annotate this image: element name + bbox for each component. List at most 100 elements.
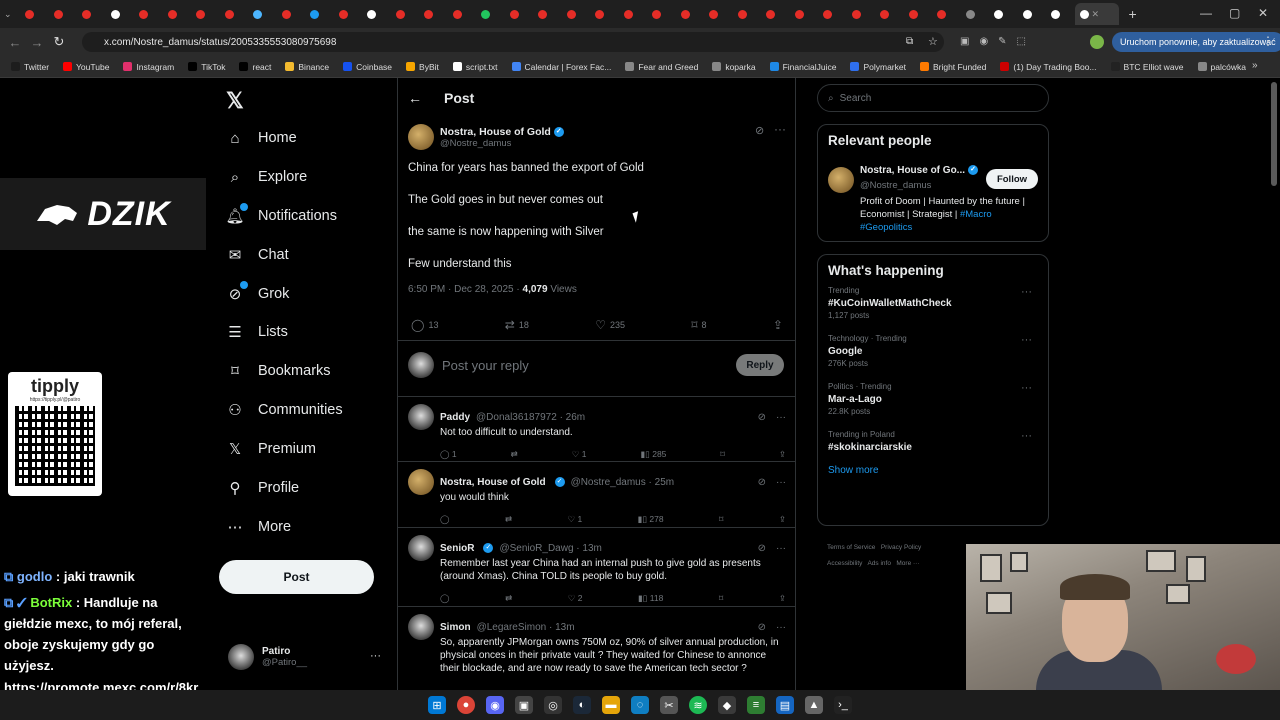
update-button[interactable]: Uruchom ponownie, aby zaktualizować xyxy=(1112,32,1280,52)
like-button[interactable]: ♡ 1 xyxy=(572,449,587,460)
browser-tab[interactable] xyxy=(191,3,220,25)
bookmark-item[interactable]: Twitter xyxy=(6,62,54,72)
reply-author[interactable]: Paddy xyxy=(440,412,470,423)
browser-tab[interactable] xyxy=(77,3,106,25)
grok-icon[interactable]: ⊘ xyxy=(758,622,766,633)
reply-post[interactable]: Nostra, House of Gold ✓ @Nostre_damus · 25… xyxy=(408,469,786,525)
folder-icon[interactable]: ▬ xyxy=(602,696,620,714)
reply-post[interactable]: Simon✓@LegareSimon · 13m⊘···So, apparent… xyxy=(408,614,786,675)
footer-link[interactable]: Terms of Service xyxy=(827,544,875,551)
nav-item-premium[interactable]: 𝕏 Premium xyxy=(226,437,316,461)
bio-hashtag[interactable]: #Geopolitics xyxy=(860,222,912,233)
browser-tab[interactable] xyxy=(106,3,135,25)
browser-tab[interactable] xyxy=(619,3,648,25)
bookmark-item[interactable]: Bright Funded xyxy=(915,62,991,72)
bookmarks-overflow-icon[interactable]: » xyxy=(1252,60,1258,71)
photos-icon[interactable]: ▤ xyxy=(776,696,794,714)
repost-button[interactable]: ⇄ xyxy=(511,449,518,460)
bookmark-item[interactable]: Coinbase xyxy=(338,62,397,72)
browser-tab[interactable] xyxy=(334,3,363,25)
forward-icon[interactable]: → xyxy=(26,35,48,50)
browser-tab[interactable] xyxy=(904,3,933,25)
browser-tab[interactable] xyxy=(476,3,505,25)
bookmark-item[interactable]: react xyxy=(234,62,276,72)
page-scrollbar[interactable] xyxy=(1271,82,1277,186)
browser-tab[interactable]: ✕ xyxy=(1074,3,1119,25)
address-bar[interactable]: x.com/Nostre_damus/status/20053355530809… xyxy=(82,32,944,52)
bookmark-item[interactable]: Polymarket xyxy=(845,62,911,72)
trend-item[interactable]: Technology · Trending Google 276K posts ··· xyxy=(828,334,1038,368)
install-icon[interactable]: ⧉ xyxy=(906,36,913,47)
browser-tab[interactable] xyxy=(391,3,420,25)
trend-more-icon[interactable]: ··· xyxy=(1021,430,1032,442)
reply-more-icon[interactable]: ··· xyxy=(776,477,786,488)
repost-button[interactable]: ⇄ xyxy=(505,514,512,525)
nav-item-explore[interactable]: ⌕ Explore xyxy=(226,165,307,189)
trend-more-icon[interactable]: ··· xyxy=(1021,334,1032,346)
trend-item[interactable]: Trending in Poland #skokinarciarskie ··· xyxy=(828,430,1038,453)
footer-link[interactable]: More ··· xyxy=(896,560,919,567)
reply-more-icon[interactable]: ··· xyxy=(776,543,786,554)
browser-tab[interactable] xyxy=(419,3,448,25)
browser-tab[interactable] xyxy=(248,3,277,25)
browser-tab[interactable] xyxy=(1018,3,1047,25)
reply-button[interactable]: ◯ 13 xyxy=(411,318,438,332)
like-button[interactable]: ♡ 235 xyxy=(595,318,625,332)
reload-icon[interactable]: ↻ xyxy=(48,34,70,50)
profile-avatar[interactable] xyxy=(1090,35,1104,49)
nav-item-communities[interactable]: ⚇ Communities xyxy=(226,398,342,422)
browser-tab[interactable] xyxy=(704,3,733,25)
trend-more-icon[interactable]: ··· xyxy=(1021,382,1032,394)
views-button[interactable]: ▮▯ 278 xyxy=(638,514,664,525)
nav-item-bookmarks[interactable]: ⌑ Bookmarks xyxy=(226,359,330,383)
browser-tab[interactable] xyxy=(989,3,1018,25)
post-more-icon[interactable]: ··· xyxy=(774,122,786,136)
grok-icon[interactable]: ⊘ xyxy=(755,124,764,137)
bookmark-item[interactable]: TikTok xyxy=(183,62,230,72)
menu-icon[interactable]: ⋮ xyxy=(1262,34,1274,48)
grok-icon[interactable]: ⊘ xyxy=(758,412,766,423)
views-button[interactable]: ▮▯ 118 xyxy=(638,593,663,604)
person-name[interactable]: Nostra, House of Go... xyxy=(860,165,965,176)
nav-item-lists[interactable]: ☰ Lists xyxy=(226,320,288,344)
browser-tab[interactable] xyxy=(49,3,78,25)
browser-tab[interactable] xyxy=(847,3,876,25)
app-icon[interactable]: ◆ xyxy=(718,696,736,714)
browser-tab[interactable] xyxy=(961,3,990,25)
share-icon[interactable]: ⇪ xyxy=(779,449,786,460)
footer-link[interactable]: Privacy Policy xyxy=(881,544,921,551)
reply-more-icon[interactable]: ··· xyxy=(776,412,786,423)
browser-tab[interactable] xyxy=(277,3,306,25)
reply-input[interactable]: Post your reply xyxy=(442,358,728,373)
app-icon[interactable]: ▲ xyxy=(805,696,823,714)
show-more-link[interactable]: Show more xyxy=(828,465,1038,476)
reply-author[interactable]: Simon xyxy=(440,622,471,633)
reply-submit-button[interactable]: Reply xyxy=(736,354,784,376)
browser-tab[interactable] xyxy=(647,3,676,25)
bookmark-item[interactable]: YouTube xyxy=(58,62,114,72)
reply-button[interactable]: ◯ xyxy=(440,514,450,525)
bookmark-item[interactable]: palcówka xyxy=(1193,62,1251,72)
bookmark-button[interactable]: ⌑ 8 xyxy=(691,318,706,332)
browser-tab[interactable] xyxy=(505,3,534,25)
post-time[interactable]: 6:50 PM · Dec 28, 2025 · xyxy=(408,284,520,295)
close-tab-icon[interactable]: ✕ xyxy=(1092,9,1100,20)
tool-icon[interactable]: ✂ xyxy=(660,696,678,714)
follow-button[interactable]: Follow xyxy=(986,169,1038,189)
browser-tab[interactable] xyxy=(163,3,192,25)
grok-icon[interactable]: ⊘ xyxy=(758,543,766,554)
repost-button[interactable]: ⇄ xyxy=(505,593,512,604)
browser-tab[interactable] xyxy=(932,3,961,25)
bookmark-item[interactable]: (1) Day Trading Boo... xyxy=(995,62,1101,72)
like-button[interactable]: ♡ 1 xyxy=(568,514,583,525)
terminal-icon[interactable]: ›_ xyxy=(834,696,852,714)
nav-item-more[interactable]: ⋯ More xyxy=(226,515,292,539)
start-icon[interactable]: ⊞ xyxy=(428,696,446,714)
browser-tab[interactable] xyxy=(733,3,762,25)
reply-button[interactable]: ◯ xyxy=(440,593,450,604)
back-icon[interactable]: ← xyxy=(4,35,26,50)
bookmark-item[interactable]: Binance xyxy=(280,62,334,72)
browser-tab[interactable] xyxy=(220,3,249,25)
bookmark-item[interactable]: script.txt xyxy=(448,62,503,72)
notes-icon[interactable]: ≡ xyxy=(747,696,765,714)
